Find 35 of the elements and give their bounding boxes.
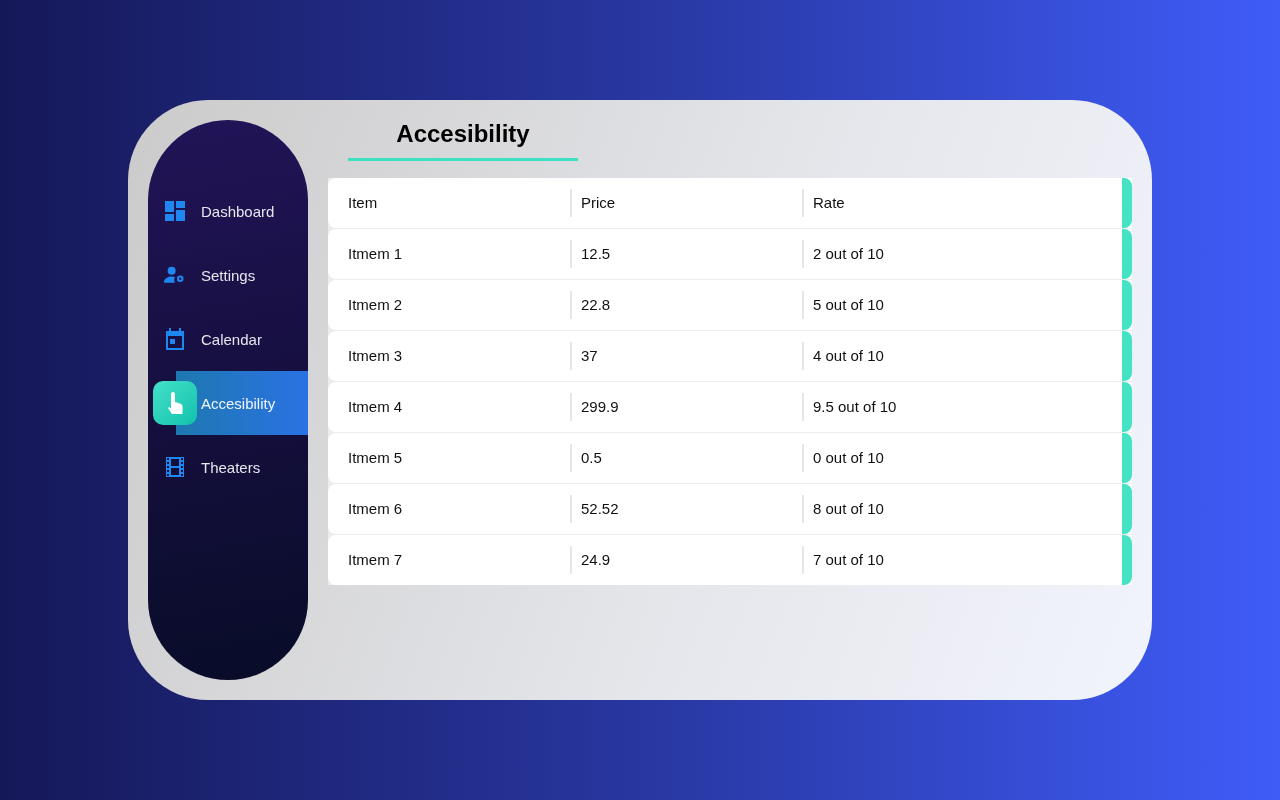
table-cell-text: Itmem 3 — [347, 346, 404, 366]
sidebar-item[interactable]: Calendar — [148, 307, 308, 371]
film-strip-icon — [165, 457, 184, 477]
table-cell: 52.52 — [570, 495, 802, 523]
row-accent — [1122, 382, 1132, 432]
row-accent — [1122, 484, 1132, 534]
pointing-hand-icon — [167, 392, 183, 414]
user-gear-icon — [164, 266, 185, 284]
table-cell: 299.9 — [570, 393, 802, 421]
sidebar-item[interactable]: Settings — [148, 243, 308, 307]
table-cell-text: Itmem 1 — [347, 244, 404, 264]
sidebar-item[interactable]: Theaters — [148, 435, 308, 499]
column-header: Item — [347, 193, 379, 213]
sidebar-item[interactable]: Dashboard — [148, 179, 308, 243]
table-cell: 37 — [570, 342, 802, 370]
table-cell-text: Itmem 2 — [347, 295, 404, 315]
dashboard-icon — [164, 201, 185, 221]
table-cell-text: Itmem 6 — [347, 499, 404, 519]
table-cell: 24.9 — [570, 546, 802, 574]
table-cell: 12.5 — [570, 240, 802, 268]
table-cell: 22.8 — [570, 291, 802, 319]
row-accent — [1122, 229, 1132, 279]
table-cell-text: Itmem 5 — [347, 448, 404, 468]
table-cell-text: Itmem 4 — [347, 397, 404, 417]
table-cell: 0.5 — [570, 444, 802, 472]
row-accent — [1122, 433, 1132, 483]
page-title: Accesibility — [396, 120, 530, 148]
row-accent — [1122, 535, 1132, 585]
sidebar-item[interactable]: Accesibility — [153, 371, 308, 435]
row-accent — [1122, 331, 1132, 381]
row-accent — [1122, 178, 1132, 228]
row-accent — [1122, 280, 1132, 330]
table-cell-text: Itmem 7 — [347, 550, 404, 570]
column-header: Price — [570, 189, 802, 217]
calendar-icon — [164, 328, 185, 350]
